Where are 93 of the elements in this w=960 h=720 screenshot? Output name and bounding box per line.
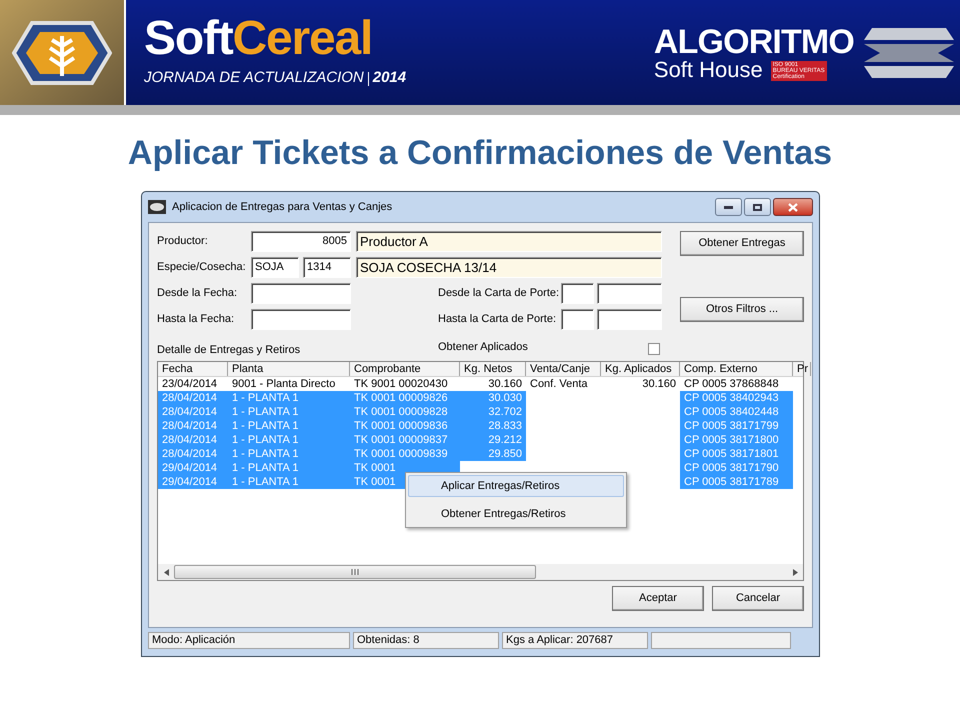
table-cell: TK 0001 00009837 — [354, 433, 448, 447]
table-cell: 28/04/2014 — [162, 433, 218, 447]
table-cell: 1 - PLANTA 1 — [232, 461, 298, 475]
table-cell: TK 0001 00009839 — [354, 447, 448, 461]
dialog-button[interactable]: Obtener Entregas — [680, 231, 804, 256]
table-cell: CP 0005 38171801 — [684, 447, 779, 461]
cosecha-field[interactable]: 1314 — [303, 257, 351, 278]
close-button[interactable] — [773, 198, 813, 216]
checkbox[interactable] — [648, 343, 660, 355]
table-cell: TK 0001 — [354, 461, 396, 475]
especie-name-field[interactable]: SOJA COSECHA 13/14 — [356, 257, 662, 278]
brand-subtitle: JORNADA DE ACTUALIZACION — [144, 68, 364, 88]
date-field[interactable] — [251, 309, 351, 330]
column-header[interactable]: Pr — [793, 362, 811, 376]
table-cell: 28/04/2014 — [162, 391, 218, 405]
scrollbar-thumb[interactable] — [174, 565, 536, 579]
table-cell: 32.702 — [488, 405, 522, 419]
brand-title-accent: Cereal — [232, 15, 372, 64]
maximize-button[interactable] — [744, 198, 771, 216]
right-arrow-icon — [792, 568, 798, 576]
table-cell: 30.030 — [488, 391, 522, 405]
field-label: Especie/Cosecha: — [157, 260, 247, 276]
table-cell: 1 - PLANTA 1 — [232, 391, 298, 405]
table-cell: 30.160 — [488, 377, 522, 391]
column-header[interactable]: Planta — [228, 362, 350, 376]
table-cell: TK 0001 00009836 — [354, 419, 448, 433]
company-name: ALGORITMO — [654, 24, 854, 58]
carta-number-field[interactable] — [597, 283, 662, 304]
table-cell: CP 0005 38171800 — [684, 433, 779, 447]
table-cell: 29/04/2014 — [162, 461, 218, 475]
table-cell: 28/04/2014 — [162, 447, 218, 461]
brand-title: Soft — [144, 15, 233, 64]
table-cell: CP 0005 38171799 — [684, 419, 779, 433]
table-cell: CP 0005 38402448 — [684, 405, 779, 419]
table-cell: 29/04/2014 — [162, 475, 218, 489]
table-cell: CP 0005 38402943 — [684, 391, 779, 405]
dialog-button[interactable]: Cancelar — [712, 586, 804, 611]
company-subtitle: Soft House — [654, 58, 763, 80]
slide-title: Aplicar Tickets a Confirmaciones de Ventas — [128, 132, 832, 174]
table-cell: 1 - PLANTA 1 — [232, 405, 298, 419]
field-label: Desde la Fecha: — [157, 286, 238, 302]
table-cell: 29.212 — [488, 433, 522, 447]
section-label: Detalle de Entregas y Retiros — [157, 342, 302, 358]
table-cell: 28.833 — [488, 419, 522, 433]
field-label: Hasta la Fecha: — [157, 312, 236, 328]
table-cell: 30.160 — [642, 377, 676, 391]
especie-field[interactable]: SOJA — [251, 257, 299, 278]
app-icon — [148, 200, 166, 214]
column-header[interactable]: Fecha — [158, 362, 228, 376]
brand-year: 2014 — [372, 68, 406, 88]
table-cell: Conf. Venta — [530, 377, 588, 391]
left-arrow-icon — [164, 568, 168, 576]
table-cell: CP 0005 38171789 — [684, 475, 779, 489]
table-cell: TK 0001 00009826 — [354, 391, 448, 405]
dialog-button[interactable]: Otros Filtros ... — [680, 297, 804, 322]
column-header[interactable]: Kg. Aplicados — [601, 362, 680, 376]
table-cell: 28/04/2014 — [162, 419, 218, 433]
date-field[interactable] — [251, 283, 351, 304]
menu-item[interactable]: Obtener Entregas/Retiros — [408, 503, 624, 525]
status-panel: Kgs a Aplicar: 207687 — [502, 632, 648, 648]
close-icon — [788, 202, 798, 212]
field-label: Hasta la Carta de Porte: — [438, 312, 558, 328]
table-cell: TK 0001 — [354, 475, 396, 489]
column-header[interactable]: Kg. Netos — [460, 362, 526, 376]
table-cell: TK 9001 00020430 — [354, 377, 448, 391]
table-cell: CP 0005 37868848 — [684, 377, 779, 391]
column-header[interactable]: Comp. Externo — [680, 362, 793, 376]
table-cell: 1 - PLANTA 1 — [232, 447, 298, 461]
carta-prefix-field[interactable] — [561, 283, 594, 304]
table-cell: 28/04/2014 — [162, 405, 218, 419]
table-cell: 23/04/2014 — [162, 377, 218, 391]
status-panel: Obtenidas: 8 — [353, 632, 499, 648]
minimize-button[interactable] — [715, 198, 742, 216]
checkbox-label: Obtener Aplicados — [438, 340, 529, 354]
column-header[interactable]: Venta/Canje — [526, 362, 601, 376]
table-cell: 9001 - Planta Directo — [232, 377, 336, 391]
productor-code-field[interactable]: 8005 — [251, 231, 351, 252]
table-cell: 1 - PLANTA 1 — [232, 419, 298, 433]
field-label: Desde la Carta de Porte: — [438, 286, 560, 302]
carta-number-field[interactable] — [597, 309, 662, 330]
table-cell: 1 - PLANTA 1 — [232, 475, 298, 489]
dialog-button[interactable]: Aceptar — [612, 586, 704, 611]
field-label: Productor: — [157, 234, 209, 250]
carta-prefix-field[interactable] — [561, 309, 594, 330]
table-cell: 29.850 — [488, 447, 522, 461]
table-cell: 1 - PLANTA 1 — [232, 433, 298, 447]
column-header[interactable]: Comprobante — [350, 362, 460, 376]
window-title: Aplicacion de Entregas para Ventas y Canjes — [172, 200, 392, 215]
table-cell: TK 0001 00009828 — [354, 405, 448, 419]
table-cell: CP 0005 38171790 — [684, 461, 779, 475]
productor-name-field[interactable]: Productor A — [356, 231, 662, 252]
menu-item[interactable]: Aplicar Entregas/Retiros — [408, 475, 624, 497]
status-panel: Modo: Aplicación — [148, 632, 350, 648]
